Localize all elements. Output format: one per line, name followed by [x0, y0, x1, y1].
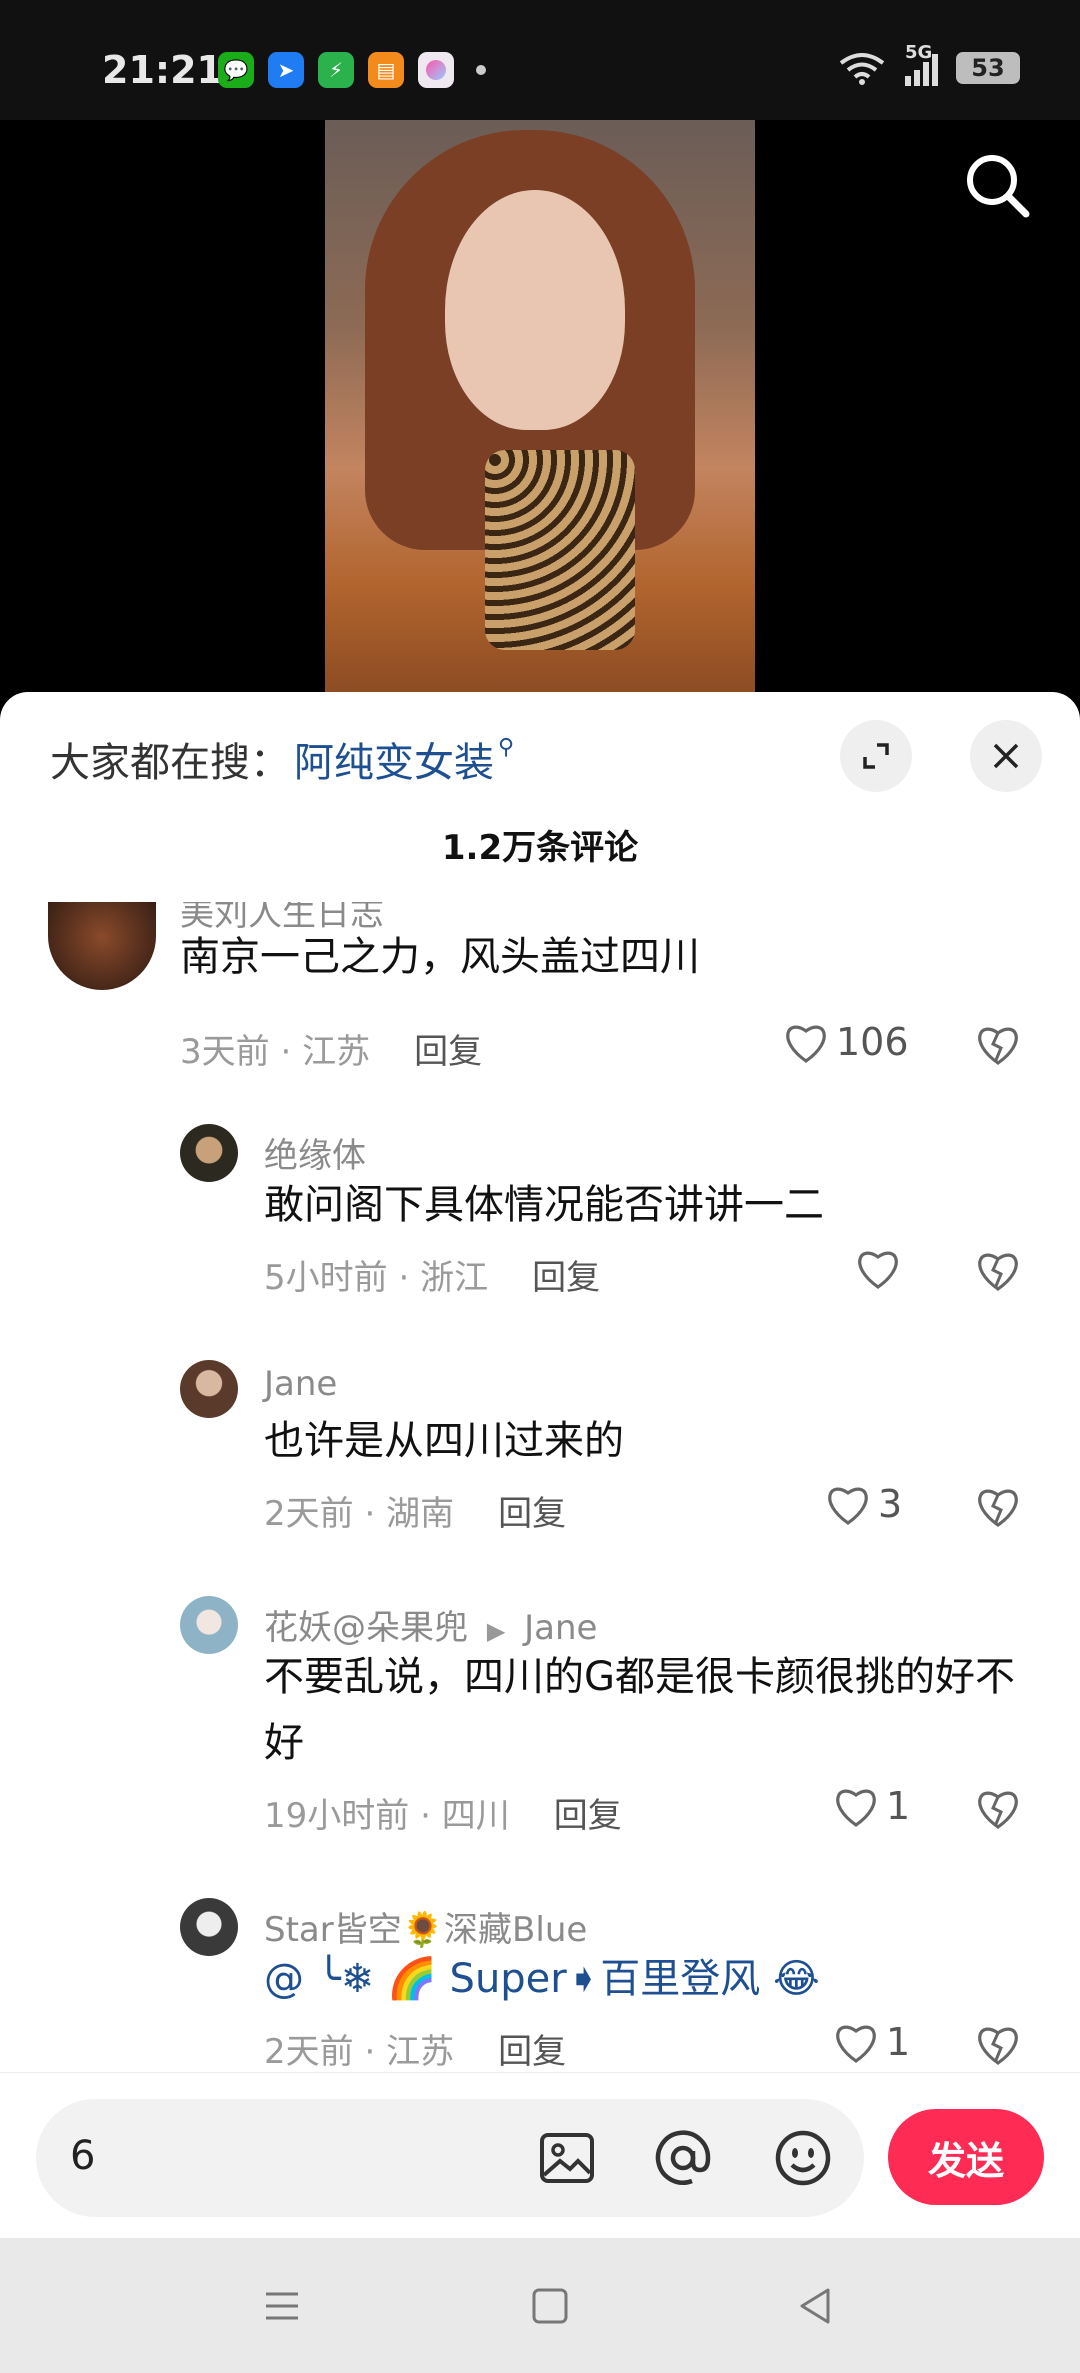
heart-icon	[836, 2025, 876, 2063]
menu-icon[interactable]	[258, 2282, 306, 2330]
expand-button[interactable]	[840, 720, 912, 792]
comment-input-bar: 6 发送	[0, 2072, 1080, 2239]
broken-heart-icon[interactable]	[974, 1786, 1022, 1830]
like-button[interactable]	[854, 1246, 908, 1290]
signal-icon: 5G	[905, 42, 938, 86]
comment-time: 19小时前	[264, 1796, 410, 1836]
comment-username[interactable]: 绝缘体	[264, 1128, 366, 1177]
comment-time: 2天前	[264, 1494, 354, 1534]
back-icon[interactable]	[792, 2282, 840, 2330]
comment-username[interactable]: 花妖@朵果兜	[264, 1608, 468, 1648]
comment-time: 2天前	[264, 2032, 354, 2072]
like-count: 106	[836, 1020, 909, 1064]
comment-text: 南京一己之力，风头盖过四川	[180, 934, 700, 980]
notification-icons: 💬 ➤ ⚡ ▤	[218, 52, 486, 88]
mail-icon: ▤	[368, 52, 404, 88]
status-time: 21:21	[102, 48, 223, 92]
emoji-icon[interactable]	[772, 2127, 834, 2189]
avatar[interactable]	[180, 1898, 238, 1956]
security-icon: ⚡	[318, 52, 354, 88]
like-count: 3	[878, 1482, 903, 1526]
comment-username-row: 花妖@朵果兜 ▶ Jane	[264, 1600, 597, 1649]
reply-to-username[interactable]: Jane	[524, 1608, 597, 1648]
heart-icon	[828, 1487, 868, 1525]
reply-button[interactable]: 回复	[498, 1494, 566, 1534]
broken-heart-icon[interactable]	[974, 1484, 1022, 1528]
comment-location: 四川	[441, 1796, 510, 1836]
gallery-icon	[418, 52, 454, 88]
avatar[interactable]	[180, 1596, 238, 1654]
comment-location: 江苏	[386, 2032, 455, 2072]
heart-icon	[836, 1789, 876, 1827]
comment-text: 不要乱说，四川的G都是很卡颜很挑的好不好	[264, 1654, 1015, 1766]
comment-location: 湖南	[386, 1494, 455, 1534]
comment-time: 3天前	[180, 1032, 270, 1072]
heart-icon	[858, 1251, 898, 1289]
wechat-icon: 💬	[218, 52, 254, 88]
close-button[interactable]	[970, 720, 1042, 792]
like-button[interactable]: 1	[832, 2020, 910, 2064]
heart-icon	[786, 1025, 826, 1063]
reply-button[interactable]: 回复	[498, 2032, 566, 2072]
wifi-icon	[839, 53, 885, 85]
reply-button[interactable]: 回复	[532, 1258, 600, 1298]
comment-text: 敢问阁下具体情况能否讲讲一二	[264, 1182, 824, 1228]
like-count: 1	[886, 1784, 911, 1828]
reply-button[interactable]: 回复	[554, 1796, 622, 1836]
like-count: 1	[886, 2020, 911, 2064]
avatar[interactable]	[180, 1124, 238, 1182]
reply-button[interactable]: 回复	[414, 1032, 482, 1072]
broken-heart-icon[interactable]	[974, 1248, 1022, 1292]
comment-location: 江苏	[302, 1032, 371, 1072]
comment-location: 浙江	[420, 1258, 489, 1298]
video-player[interactable]	[0, 120, 1080, 700]
at-mention-icon[interactable]	[652, 2127, 714, 2189]
broken-heart-icon[interactable]	[974, 2022, 1022, 2066]
comment-list[interactable]: 美刘人生日志 南京一己之力，风头盖过四川 3天前 · 江苏 回复 106 绝缘体 …	[0, 902, 1080, 2072]
hot-search-term[interactable]: 阿纯变女装	[294, 730, 494, 788]
send-button[interactable]: 发送	[888, 2109, 1044, 2205]
more-notifications-dot	[476, 65, 486, 75]
small-search-icon: ⚲	[498, 734, 515, 760]
video-frame	[325, 120, 755, 700]
battery-indicator: 53	[956, 52, 1020, 84]
comment-text: @ ╰❄ 🌈 Super➧百里登风 😂	[264, 1956, 820, 2002]
comment-count: 1.2万条评论	[441, 828, 639, 868]
close-icon	[993, 743, 1019, 769]
comment-input[interactable]: 6	[36, 2099, 864, 2217]
like-button[interactable]: 1	[832, 1784, 910, 1828]
hot-search[interactable]: 大家都在搜： 阿纯变女装 ⚲	[50, 730, 514, 788]
avatar[interactable]	[180, 1360, 238, 1418]
comment-text: 也许是从四川过来的	[264, 1418, 624, 1464]
network-type: 5G	[905, 42, 933, 63]
status-bar: 21:21 💬 ➤ ⚡ ▤ 5G 53	[0, 0, 1080, 120]
like-button[interactable]: 3	[824, 1482, 902, 1526]
comment-sheet-header: 大家都在搜： 阿纯变女装 ⚲ 1.2万条评论	[0, 692, 1080, 902]
comment-username[interactable]: Jane	[264, 1364, 337, 1404]
hot-search-prefix: 大家都在搜：	[50, 740, 290, 786]
home-icon[interactable]	[526, 2282, 574, 2330]
system-nav-bar	[0, 2238, 1080, 2373]
image-icon[interactable]	[536, 2127, 598, 2189]
comment-time: 5小时前	[264, 1258, 388, 1298]
like-button[interactable]: 106	[782, 1020, 909, 1064]
comment-username[interactable]: Star皆空🌻深藏Blue	[264, 1902, 587, 1951]
comment-input-value[interactable]: 6	[70, 2133, 95, 2179]
broken-heart-icon[interactable]	[974, 1022, 1022, 1066]
expand-icon	[863, 743, 889, 769]
feishu-icon: ➤	[268, 52, 304, 88]
reply-arrow-icon: ▶	[486, 1617, 506, 1645]
search-icon[interactable]	[962, 150, 1032, 220]
avatar[interactable]	[48, 902, 156, 990]
